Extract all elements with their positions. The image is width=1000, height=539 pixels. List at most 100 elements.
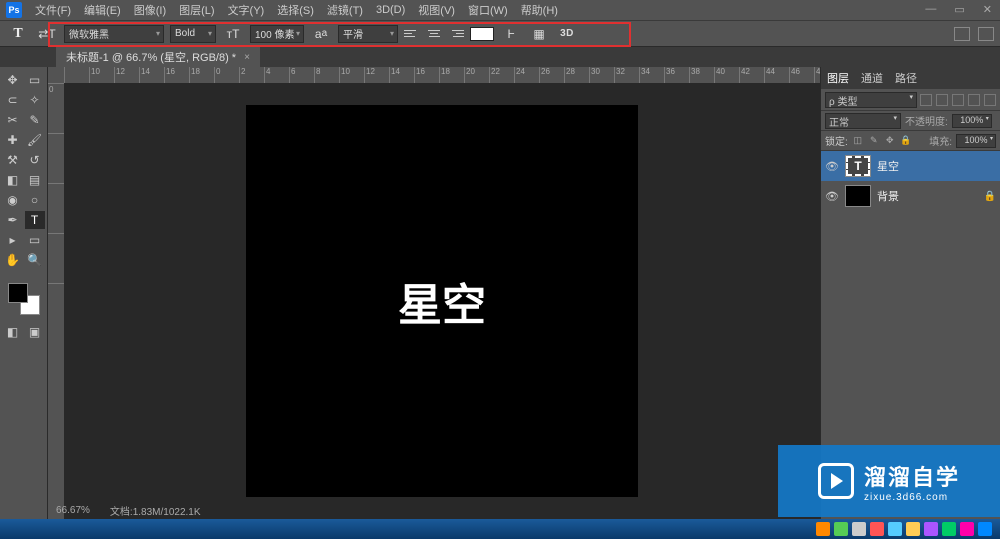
lock-position-icon[interactable]: ✥ [884,135,896,147]
filter-smart-icon[interactable] [984,94,996,106]
close-tab-icon[interactable]: × [244,52,250,63]
zoom-tool[interactable]: 🔍 [25,251,45,269]
text-color-swatch[interactable] [470,27,494,41]
hand-tool[interactable]: ✋ [3,251,23,269]
canvas[interactable]: 星空 [246,105,638,497]
antialias-select[interactable]: 平滑 [338,25,398,43]
canvas-area: 1012141618024681012141618202224262830323… [48,67,820,519]
align-center-button[interactable] [426,26,442,42]
layer-row[interactable]: 👁 背景 🔒 [821,181,1000,211]
3d-button[interactable]: 3D [556,25,578,43]
warp-text-button[interactable]: Ⱶ [500,25,522,43]
menu-filter[interactable]: 滤镜(T) [327,2,363,18]
layer-thumbnail[interactable] [845,185,871,207]
filter-shape-icon[interactable] [968,94,980,106]
tab-channels[interactable]: 通道 [861,70,883,86]
tray-icon[interactable] [960,522,974,536]
align-left-button[interactable] [404,26,420,42]
blur-tool[interactable]: ◉ [3,191,23,209]
minimize-icon[interactable]: — [925,3,936,16]
opacity-value[interactable]: 100% [952,114,992,128]
menu-window[interactable]: 窗口(W) [468,2,508,18]
vertical-ruler[interactable]: 0 [48,83,64,519]
type-tool[interactable]: T [25,211,45,229]
tray-icon[interactable] [816,522,830,536]
font-weight-select[interactable]: Bold [170,25,216,43]
text-orientation-icon[interactable]: ⇄T [36,25,58,43]
menu-select[interactable]: 选择(S) [277,2,314,18]
canvas-text-layer[interactable]: 星空 [398,269,486,333]
eraser-tool[interactable]: ◧ [3,171,23,189]
tray-icon[interactable] [924,522,938,536]
layer-thumbnail[interactable]: T [845,155,871,177]
menu-view[interactable]: 视图(V) [418,2,455,18]
visibility-toggle-icon[interactable]: 👁 [825,190,839,203]
tray-icon[interactable] [888,522,902,536]
menu-type[interactable]: 文字(Y) [228,2,265,18]
foreground-color[interactable] [8,283,28,303]
menu-help[interactable]: 帮助(H) [521,2,558,18]
visibility-toggle-icon[interactable]: 👁 [825,160,839,173]
lock-all-icon[interactable]: 🔒 [900,135,912,147]
filter-pixel-icon[interactable] [920,94,932,106]
tab-paths[interactable]: 路径 [895,70,917,86]
tray-icon[interactable] [906,522,920,536]
fill-value[interactable]: 100% [956,134,996,148]
layer-row[interactable]: 👁 T 星空 [821,151,1000,181]
tray-icon[interactable] [870,522,884,536]
view-extras-icon[interactable] [954,27,970,41]
menu-layer[interactable]: 图层(L) [179,2,214,18]
dodge-tool[interactable]: ○ [25,191,45,209]
lasso-tool[interactable]: ⊂ [3,91,23,109]
canvas-viewport[interactable]: 星空 [64,83,820,519]
active-tool-indicator[interactable]: T [6,24,30,44]
healing-tool[interactable]: ✚ [3,131,23,149]
document-info[interactable]: 文档:1.83M/1022.1K [110,503,201,518]
align-right-button[interactable] [448,26,464,42]
history-brush-tool[interactable]: ↺ [25,151,45,169]
stamp-tool[interactable]: ⚒ [3,151,23,169]
screen-mode-button[interactable]: ▣ [25,323,45,341]
font-size-select[interactable]: 100 像素 [250,25,304,43]
menu-image[interactable]: 图像(I) [134,2,166,18]
crop-tool[interactable]: ✂ [3,111,23,129]
eyedropper-tool[interactable]: ✎ [25,111,45,129]
layer-filter-row: ρ 类型 [821,89,1000,111]
marquee-tool[interactable]: ▭ [25,71,45,89]
font-family-select[interactable]: 微软雅黑 [64,25,164,43]
layer-name[interactable]: 星空 [877,158,899,174]
character-panel-button[interactable]: ▦ [528,25,550,43]
close-icon[interactable]: ✕ [983,3,992,16]
document-tab[interactable]: 未标题-1 @ 66.7% (星空, RGB/8) * × [56,47,260,67]
app-logo[interactable]: Ps [6,2,22,18]
tray-icon[interactable] [942,522,956,536]
horizontal-ruler[interactable]: 1012141618024681012141618202224262830323… [64,67,820,83]
shape-tool[interactable]: ▭ [25,231,45,249]
screen-mode-icon[interactable] [978,27,994,41]
color-picker[interactable] [8,283,40,315]
filter-type-icon[interactable] [952,94,964,106]
blend-mode-select[interactable]: 正常 [825,113,901,129]
menu-3d[interactable]: 3D(D) [376,4,405,16]
tray-icon[interactable] [978,522,992,536]
pen-tool[interactable]: ✒ [3,211,23,229]
tray-icon[interactable] [852,522,866,536]
move-tool[interactable]: ✥ [3,71,23,89]
menu-file[interactable]: 文件(F) [35,2,71,18]
zoom-level[interactable]: 66.67% [56,505,90,516]
tray-icon[interactable] [834,522,848,536]
quick-mask-button[interactable]: ◧ [3,323,23,341]
tab-layers[interactable]: 图层 [827,70,849,86]
maximize-icon[interactable]: ▭ [954,3,964,16]
menu-edit[interactable]: 编辑(E) [84,2,121,18]
lock-transparent-icon[interactable]: ◫ [852,135,864,147]
path-select-tool[interactable]: ▸ [3,231,23,249]
layer-name[interactable]: 背景 [877,188,899,204]
layer-filter-select[interactable]: ρ 类型 [825,92,917,108]
magic-wand-tool[interactable]: ✧ [25,91,45,109]
filter-adjust-icon[interactable] [936,94,948,106]
gradient-tool[interactable]: ▤ [25,171,45,189]
fill-label: 填充: [929,133,952,148]
lock-pixels-icon[interactable]: ✎ [868,135,880,147]
brush-tool[interactable]: 🖌 [25,131,45,149]
